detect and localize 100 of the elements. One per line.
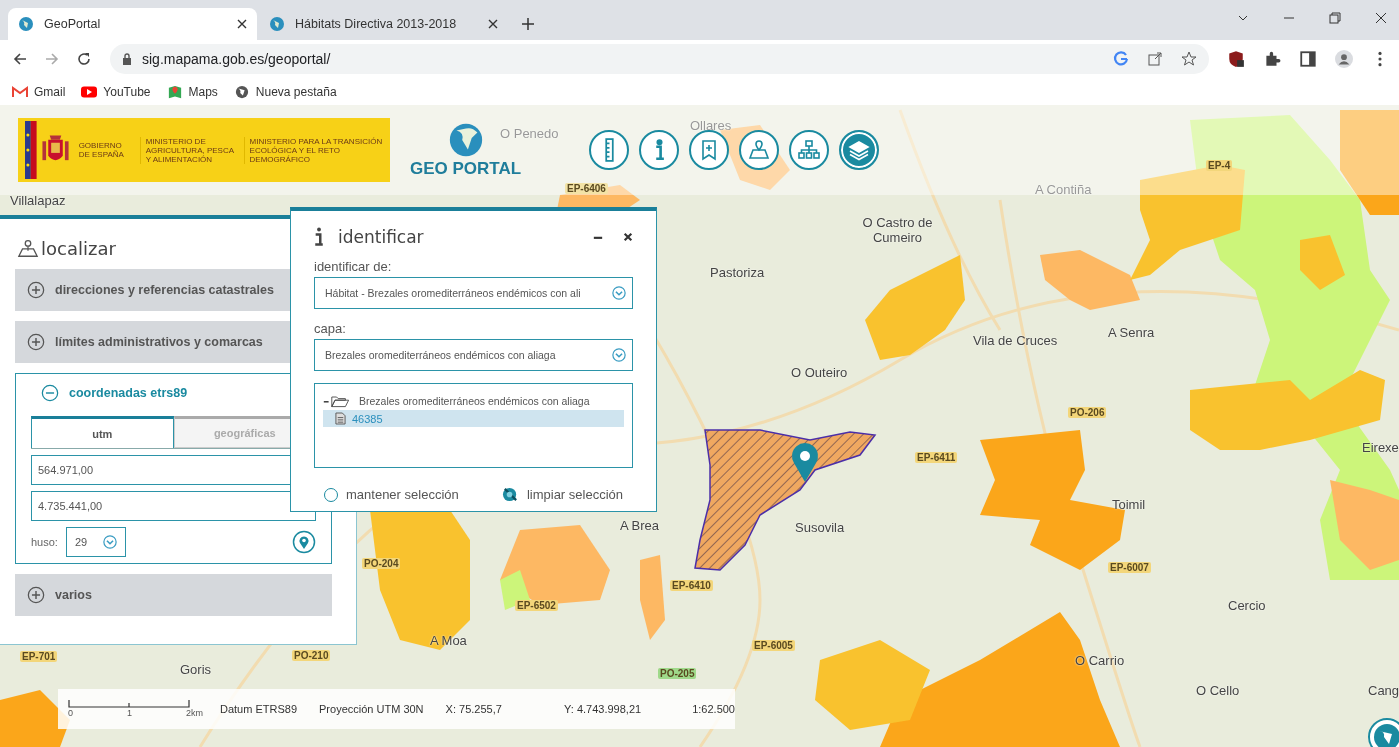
government-name: GOBIERNO DE ESPAÑA — [77, 141, 125, 159]
location-pin-icon — [292, 530, 316, 554]
geoportal-logo: GEO PORTAL — [410, 159, 522, 179]
place-label: A Senra — [1108, 325, 1155, 340]
bookmark-link[interactable]: Maps — [166, 84, 218, 99]
close-icon[interactable] — [488, 19, 498, 29]
scale-tick-label: 1 — [127, 708, 132, 718]
accordion-header[interactable]: varios — [15, 574, 332, 616]
globe-icon — [233, 84, 250, 99]
source-select[interactable]: Hábitat - Brezales oromediterráneos endémicos con ali — [314, 277, 633, 309]
place-label: Cang — [1368, 683, 1399, 698]
place-label: O Outeiro — [791, 365, 848, 380]
profile-icon[interactable] — [1335, 50, 1353, 68]
bookmark-link[interactable]: Nueva pestaña — [233, 84, 337, 99]
tree-folder[interactable]: Brezales oromediterráneos endémicos con aliaga — [323, 394, 624, 408]
road-label: PO-210 — [292, 650, 331, 661]
place-label: A Brea — [620, 518, 660, 533]
place-label: A Contiña — [1035, 182, 1092, 197]
ruler-icon — [603, 138, 615, 162]
panel-title: localizar — [41, 237, 116, 259]
ministry-name: MINISTERIO DE AGRICULTURA, PESCA Y ALIMENTACIÓN — [139, 136, 244, 164]
map-scale-text: 1:62.500 — [692, 703, 735, 715]
map-pin-icon — [17, 237, 39, 259]
road-label: PO-206 — [1068, 407, 1107, 418]
road-label: EP-701 — [20, 651, 58, 662]
projection-text: Proyección UTM 30N — [319, 703, 424, 715]
globe-icon — [18, 16, 34, 32]
x-coordinate-text: X: 75.255,7 — [445, 703, 503, 715]
place-label: Goris — [180, 662, 212, 677]
habitat-area — [1300, 235, 1345, 290]
road-label: EP-6410 — [670, 580, 713, 591]
road-label: EP-6411 — [915, 452, 958, 463]
scale-bar-icon — [68, 700, 190, 708]
document-icon — [335, 412, 346, 425]
place-label: Villalapaz — [10, 193, 66, 208]
place-label: Cercio — [1228, 598, 1266, 613]
road-label: EP-6005 — [752, 640, 795, 651]
globe-icon — [269, 16, 285, 32]
place-label: Ollares — [690, 118, 732, 133]
tab-title: Hábitats Directiva 2013-2018 — [295, 17, 458, 31]
map-pin-icon — [747, 138, 772, 162]
place-label: Vila de Cruces — [973, 333, 1058, 348]
keep-selection-radio[interactable]: mantener selección — [324, 487, 459, 502]
star-icon[interactable] — [1181, 51, 1197, 67]
zone-label: huso: — [31, 536, 58, 548]
scale-tick-label: 2km — [185, 708, 203, 718]
ministry-name: MINISTERIO PARA LA TRANSICIÓN ECOLÓGICA Y EL RETO DEMOGRÁFICO — [243, 136, 390, 164]
clear-selection-button[interactable]: limpiar selección — [501, 486, 623, 503]
place-label: Susovila — [795, 520, 845, 535]
info-icon — [314, 227, 324, 247]
bookmark-link[interactable]: Gmail — [12, 84, 66, 99]
flag-drawing — [25, 121, 37, 179]
y-coordinate-text: Y: 4.743.998,21 — [564, 703, 643, 715]
google-icon[interactable] — [1113, 51, 1129, 67]
expand-icon — [27, 333, 45, 351]
map-pin-icon — [166, 84, 183, 99]
restore-icon[interactable] — [1329, 12, 1341, 24]
browser-tab[interactable]: Hábitats Directiva 2013-2018 — [259, 8, 508, 40]
place-label: Pastoriza — [710, 265, 765, 280]
puzzle-icon[interactable] — [1263, 50, 1281, 68]
scale-tick-label: 0 — [68, 708, 73, 718]
location-pin-icon — [792, 443, 818, 482]
coordinate-tab[interactable]: utm — [31, 416, 174, 448]
selected-habitat-area[interactable] — [694, 429, 877, 571]
panel-title: identificar — [338, 227, 425, 247]
datum-text: Datum ETRS89 — [220, 703, 298, 715]
close-icon[interactable] — [1375, 12, 1387, 24]
sidebar-icon[interactable] — [1299, 50, 1317, 68]
place-label: Toimil — [1112, 497, 1146, 512]
layers-icon — [847, 138, 872, 162]
chevron-down-icon — [612, 286, 626, 300]
share-icon[interactable] — [1147, 51, 1163, 67]
close-icon[interactable] — [623, 232, 633, 242]
road-label: PO-204 — [362, 558, 401, 569]
road-label: EP-6007 — [1108, 562, 1151, 573]
new-tab-icon[interactable] — [522, 18, 534, 30]
place-label: O Castro de Cumeiro — [861, 215, 934, 245]
close-icon[interactable] — [237, 19, 247, 29]
chevron-down-icon — [102, 535, 117, 549]
road-label: EP-6502 — [515, 600, 558, 611]
shield-icon[interactable] — [1227, 50, 1245, 68]
zone-select[interactable]: 29 — [65, 527, 126, 557]
locate-button[interactable] — [292, 530, 316, 554]
tab-title: GeoPortal — [44, 17, 102, 31]
browser-tab[interactable]: GeoPortal — [8, 8, 257, 40]
place-label: O Penedo — [500, 126, 559, 141]
bookmark-link[interactable]: YouTube — [81, 84, 151, 99]
place-label: O Cello — [1196, 683, 1240, 698]
y-coordinate-field[interactable]: 4.735.441,00 — [31, 491, 316, 521]
collapse-icon — [41, 384, 59, 402]
address-bar[interactable]: sig.mapama.gob.es/geoportal/ — [110, 44, 1209, 74]
play-icon — [81, 84, 98, 99]
hierarchy-icon — [797, 138, 822, 162]
expand-icon — [27, 281, 45, 299]
layer-select[interactable]: Brezales oromediterráneos endémicos con aliaga — [314, 339, 633, 371]
clear-selection-icon — [501, 486, 519, 503]
road-label: EP-6406 — [565, 183, 608, 194]
road-label: PO-205 — [658, 668, 697, 679]
chevron-down-icon — [612, 348, 626, 362]
road-label: EP-4 — [1206, 160, 1233, 171]
